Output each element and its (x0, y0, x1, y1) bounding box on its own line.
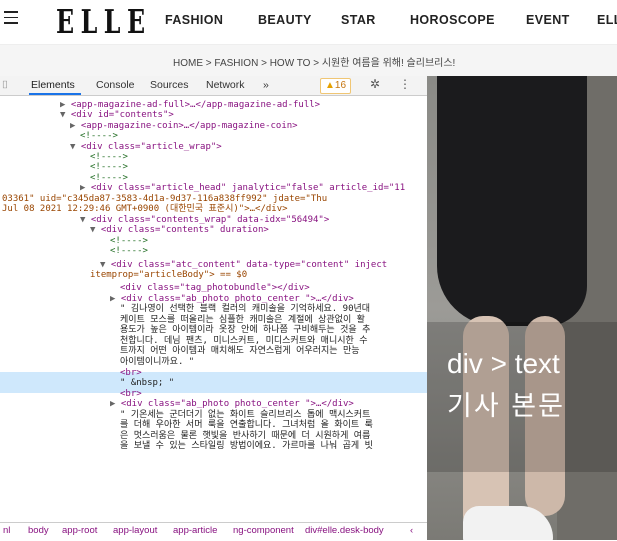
path-scroll-icon[interactable]: ‹ (410, 525, 413, 536)
devtools-tabbar: ⌷ Elements Console Sources Network » ▲16… (0, 76, 427, 96)
dom-node[interactable]: ▶ <app-magazine-ad-full>…</app-magazine-… (60, 100, 320, 110)
dom-node-cont: Jul 08 2021 12:29:46 GMT+0900 (대한민국 표준시)… (2, 204, 288, 214)
warning-count: 16 (334, 80, 347, 91)
dom-node-selected-cont: itemprop="articleBody"> == $0 (90, 270, 248, 280)
dom-node[interactable]: <br> (120, 368, 142, 378)
path-item[interactable]: app-article (173, 525, 217, 536)
dom-comment[interactable]: <!----> (110, 246, 148, 256)
path-item[interactable]: div#elle.desk-body (305, 525, 384, 536)
path-item[interactable]: app-root (62, 525, 97, 536)
text-node-cont: 은 멋스러움은 물론 햇빛을 반사하기 때문에 더 시원하게 여름 (120, 431, 371, 441)
dom-node[interactable]: <br> (120, 389, 142, 399)
text-node-cont: 용도가 높은 아이템이라 옷장 안에 하나쯤 구비해두는 것을 추 (120, 325, 371, 335)
text-node-cont: 아이템이니까요. " (120, 357, 195, 367)
text-node[interactable]: " &nbsp; " (120, 378, 174, 388)
dom-comment[interactable]: <!----> (90, 162, 128, 172)
tab-sources[interactable]: Sources (150, 79, 189, 91)
breadcrumb-text[interactable]: HOME > FASHION > HOW TO > 시원한 여름을 위해! 슬리… (173, 54, 455, 69)
dom-tree: ▶ <app-magazine-ad-full>…</app-magazine-… (0, 100, 427, 516)
text-node-cont: 케이트 모스를 떠올리는 심플한 캐미솔은 계절에 상관없이 활 (120, 315, 365, 325)
warning-badge[interactable]: ▲16 (320, 78, 352, 94)
photo-skirt (437, 76, 587, 326)
text-node-cont: 트까지 어떤 아이템과 매치해도 자연스럽게 어우러지는 만능 (120, 346, 360, 356)
dom-node[interactable]: ▶ <app-magazine-coin>…</app-magazine-coi… (70, 121, 298, 131)
nav-star[interactable]: STAR (341, 13, 376, 27)
nav-beauty[interactable]: BEAUTY (258, 13, 312, 27)
tab-console[interactable]: Console (96, 79, 135, 91)
selected-node-highlight (0, 372, 427, 393)
text-node-cont: 를 더해 우아한 서머 룩을 연출합니다. 그녀처럼 올 화이트 룩 (120, 420, 373, 430)
tab-elements[interactable]: Elements (31, 79, 75, 91)
path-item[interactable]: ng-component (233, 525, 294, 536)
dom-node[interactable]: ▶ <div class="ab_photo photo_center ">…<… (110, 294, 354, 304)
dom-node[interactable]: ▼ <div class="contents_wrap" data-idx="5… (80, 215, 329, 225)
settings-gear-icon[interactable]: ✲ (370, 77, 380, 91)
text-node[interactable]: " 기온세는 군더더기 없는 화이트 슬리브리스 톱에 맥시스커트 (120, 410, 370, 420)
menu-icon[interactable] (4, 11, 18, 25)
text-node[interactable]: " 김나영이 선택한 블랙 컬러의 캐미솔을 기억하세요. 90년대 (120, 304, 370, 314)
text-node-cont: 을 보낼 수 있는 스타일링 방법이에요. 가르마를 나눠 곱게 빗 (120, 441, 373, 451)
dom-node[interactable]: ▶ <div class="ab_photo photo_center ">…<… (110, 399, 354, 409)
breadcrumb-path-bar: nl body app-root app-layout app-article … (0, 522, 427, 541)
more-tabs-icon[interactable]: » (263, 79, 269, 91)
nav-event[interactable]: EVENT (526, 13, 570, 27)
dom-node[interactable]: ▼ <div id="contents"> (60, 110, 174, 120)
path-item[interactable]: app-layout (113, 525, 157, 536)
kebab-menu-icon[interactable]: ⋮ (399, 77, 411, 91)
dom-comment[interactable]: <!----> (90, 173, 128, 183)
dom-node[interactable]: ▶ <div class="article_head" janalytic="f… (80, 183, 405, 193)
dom-comment[interactable]: <!----> (110, 236, 148, 246)
tab-network[interactable]: Network (206, 79, 245, 91)
site-logo[interactable]: ELLE (56, 2, 152, 42)
nav-fashion[interactable]: FASHION (165, 13, 223, 27)
active-tab-indicator (29, 93, 81, 95)
nav-horoscope[interactable]: HOROSCOPE (410, 13, 495, 27)
dom-comment[interactable]: <!----> (80, 131, 118, 141)
dom-node[interactable]: ▼ <div class="article_wrap"> (70, 142, 222, 152)
overlay-label-body: 기사 본문 (447, 391, 565, 422)
devtools-panel: ⌷ Elements Console Sources Network » ▲16… (0, 76, 428, 541)
dom-node[interactable]: ▼ <div class="contents" duration> (90, 225, 269, 235)
photo-shoe (463, 506, 553, 540)
overlay-label-selector: div > text (447, 348, 560, 379)
path-item[interactable]: body (28, 525, 49, 536)
warning-icon: ▲ (325, 80, 335, 91)
breadcrumb: HOME > FASHION > HOW TO > 시원한 여름을 위해! 슬리… (0, 44, 617, 77)
article-photo (427, 76, 617, 540)
text-node-cont: 천합니다. 데님 팬츠, 미니스커트, 미디스커트와 매니시한 수 (120, 336, 368, 346)
dom-node[interactable]: <div class="tag_photobundle"></div> (120, 283, 310, 293)
site-header: ELLE FASHION BEAUTY STAR HOROSCOPE EVENT… (0, 0, 617, 44)
dom-node-selected[interactable]: ▼ <div class="atc_content" data-type="co… (100, 260, 387, 270)
path-item[interactable]: nl (3, 525, 10, 536)
dom-comment[interactable]: <!----> (90, 152, 128, 162)
inspect-icon[interactable]: ⌷ (2, 79, 8, 92)
nav-elle-more[interactable]: ELL (597, 13, 617, 27)
dom-node-cont: 03361" uid="c345da87-3583-4d1a-9d37-116a… (2, 194, 328, 204)
